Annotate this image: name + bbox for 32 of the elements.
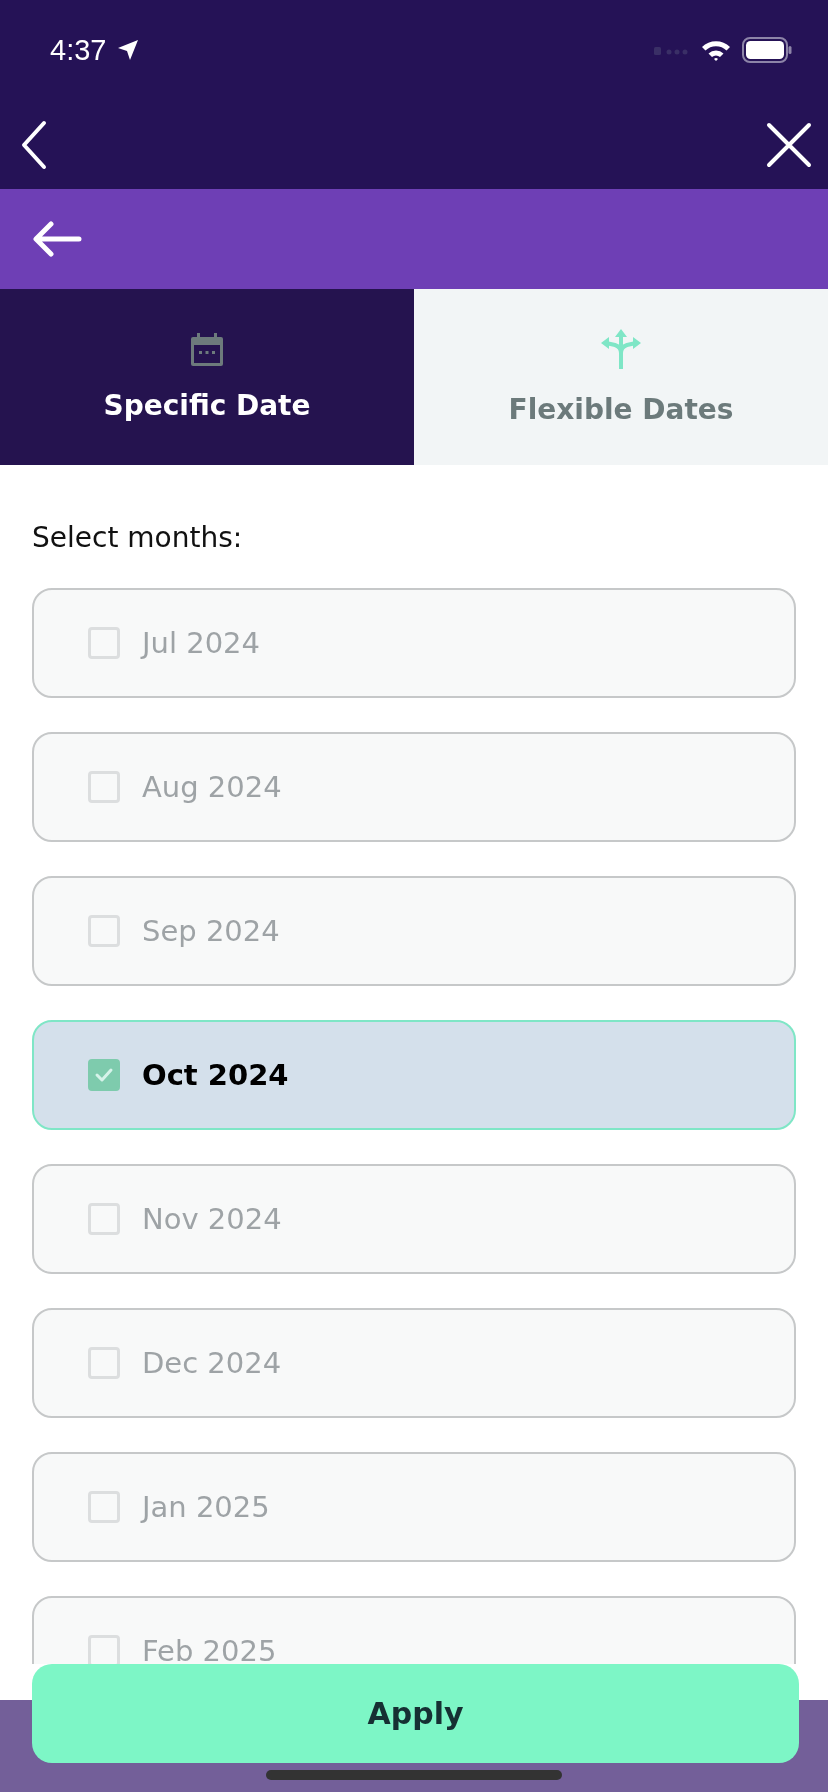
calendar-icon — [190, 332, 224, 367]
location-arrow-icon — [116, 38, 141, 62]
checkbox[interactable] — [88, 1059, 120, 1091]
status-time: 4:37 — [50, 33, 107, 67]
month-option[interactable]: Feb 2025 — [32, 1596, 796, 1664]
section-label: Select months: — [32, 521, 244, 554]
month-option[interactable]: Aug 2024 — [32, 732, 796, 842]
close-icon — [766, 121, 812, 168]
month-option[interactable]: Nov 2024 — [32, 1164, 796, 1274]
back-arrow-button[interactable] — [32, 221, 82, 257]
checkbox[interactable] — [88, 1491, 120, 1523]
battery-icon — [742, 37, 792, 63]
signal-icon — [654, 45, 690, 55]
wifi-icon — [700, 38, 732, 62]
month-option[interactable]: Jan 2025 — [32, 1452, 796, 1562]
month-option[interactable]: Dec 2024 — [32, 1308, 796, 1418]
checkbox[interactable] — [88, 1347, 120, 1379]
split-arrows-icon — [600, 328, 642, 371]
tab[interactable]: Specific Date — [0, 289, 414, 465]
tab[interactable]: Flexible Dates — [414, 289, 828, 465]
checkbox[interactable] — [88, 771, 120, 803]
checkbox[interactable] — [88, 915, 120, 947]
checkbox[interactable] — [88, 1203, 120, 1235]
chevron-left-icon — [20, 119, 48, 170]
back-button[interactable] — [20, 119, 48, 170]
close-button[interactable] — [766, 121, 812, 168]
arrow-left-icon — [32, 221, 82, 257]
checkbox[interactable] — [88, 627, 120, 659]
month-option[interactable]: Sep 2024 — [32, 876, 796, 986]
apply-button[interactable]: Apply — [32, 1664, 799, 1763]
month-option[interactable]: Oct 2024 — [32, 1020, 796, 1130]
month-option[interactable]: Jul 2024 — [32, 588, 796, 698]
